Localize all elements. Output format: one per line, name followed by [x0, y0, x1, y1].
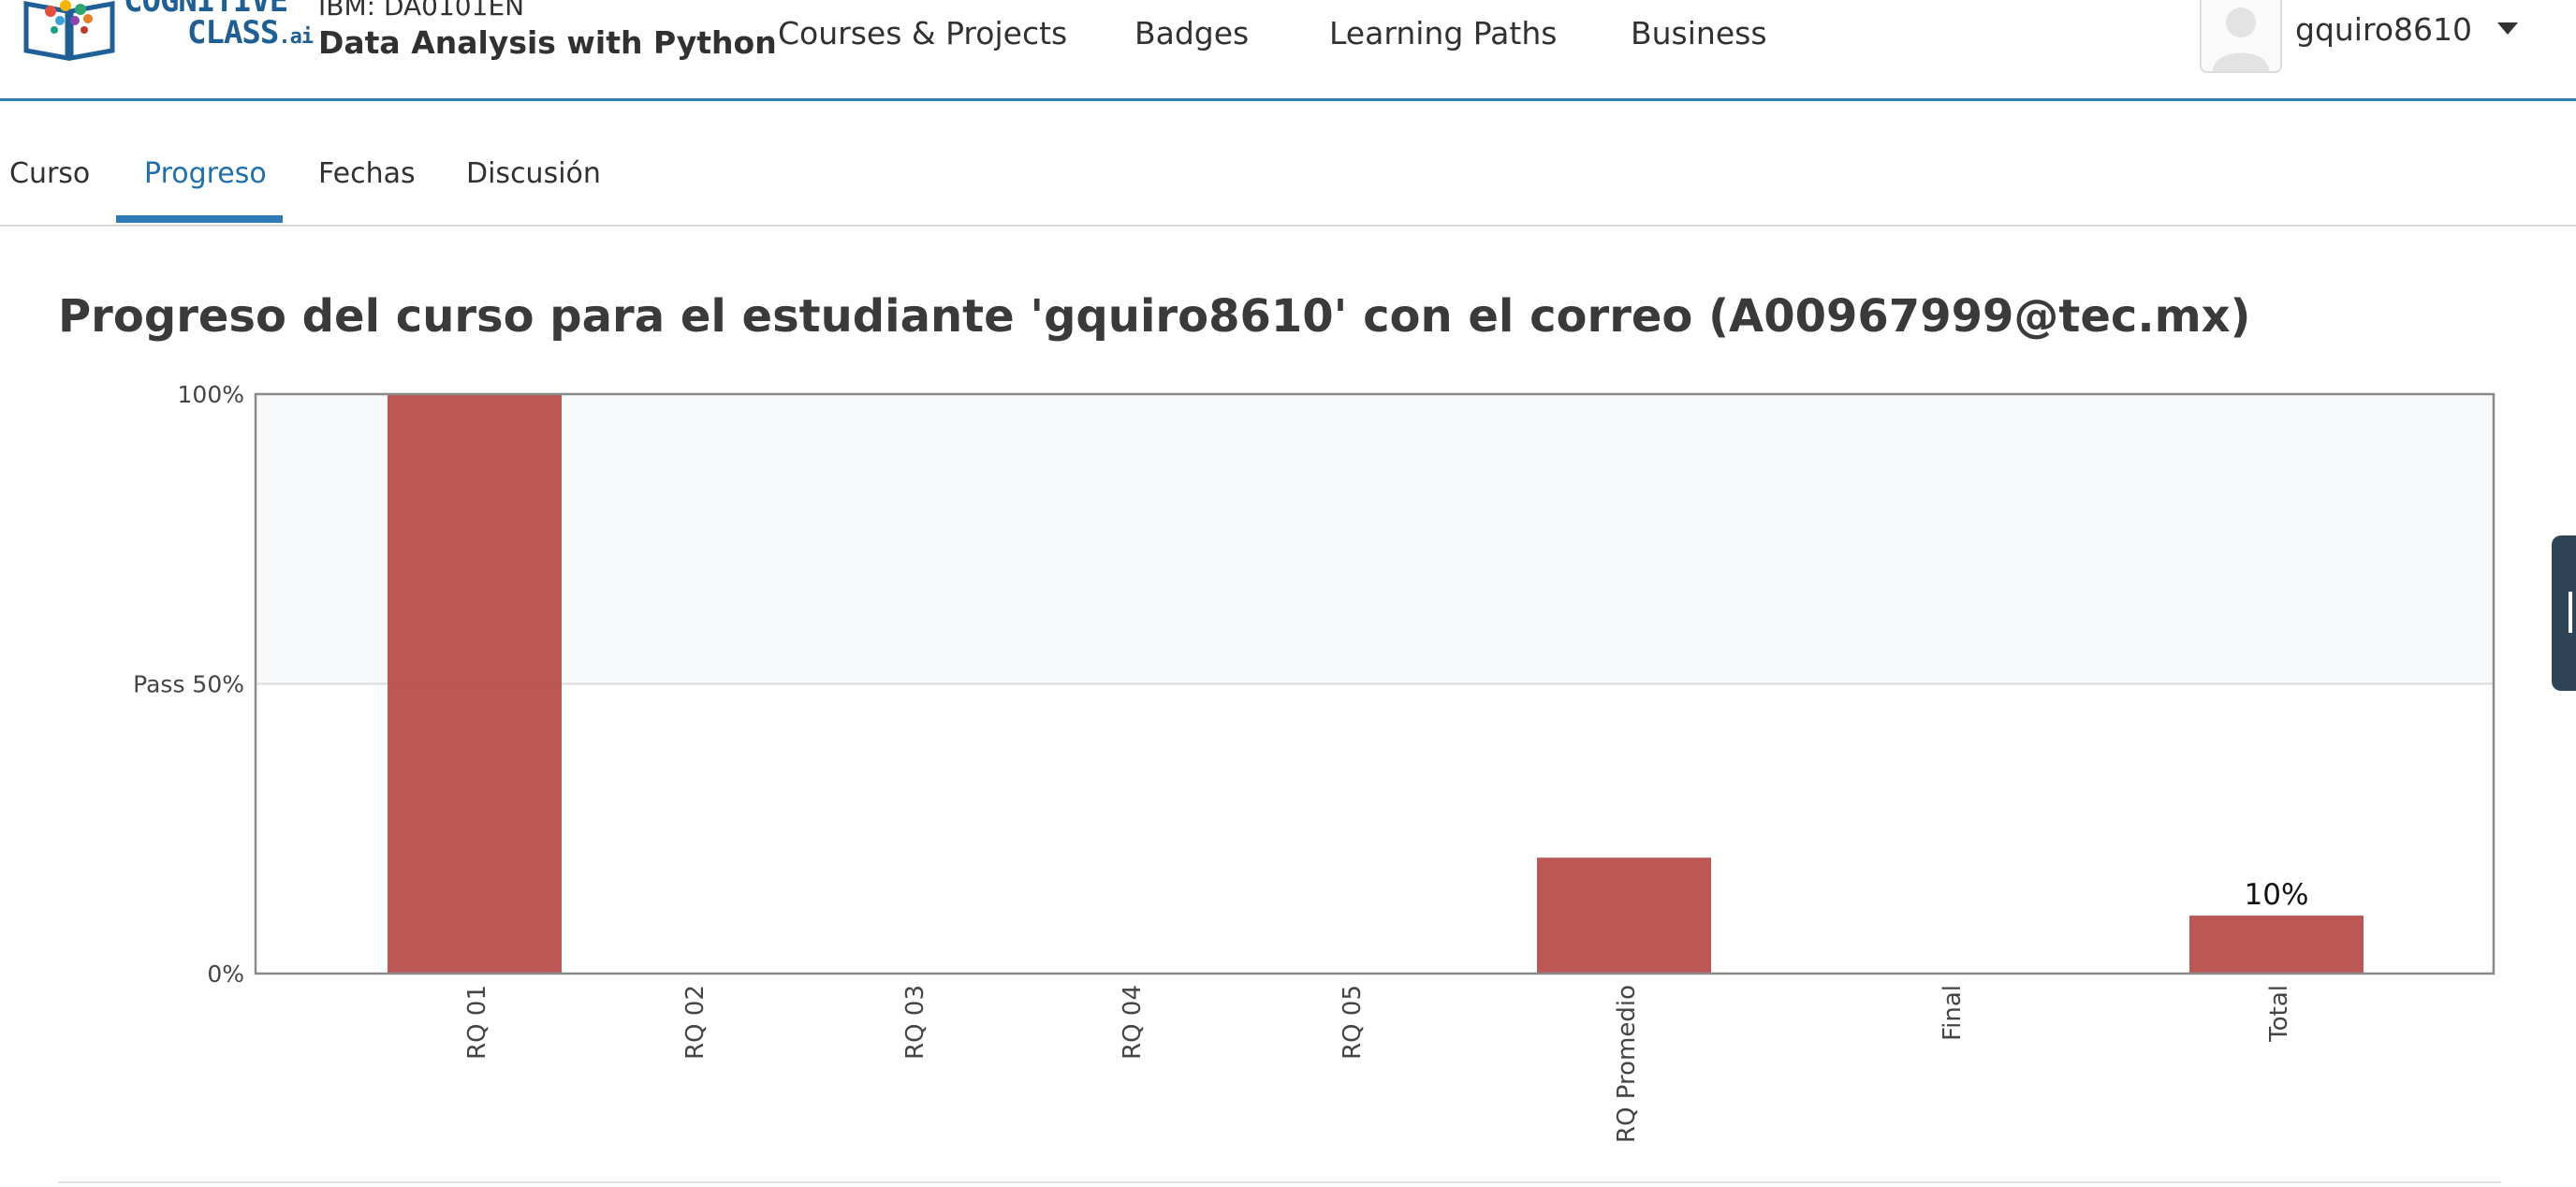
- x-tick-label: Total: [2265, 985, 2293, 1043]
- chart-bar: [2189, 916, 2364, 974]
- chart-bar: [1537, 857, 1711, 974]
- feedback-side-tab[interactable]: [2552, 535, 2576, 691]
- progress-bar-chart: RQ 01 RQ 02 RQ 03 RQ 04 RQ 05 RQ Promedio Fina…: [133, 381, 2496, 1143]
- pass-region: [256, 394, 2494, 684]
- chart-bar: [388, 394, 562, 974]
- feedback-icon: [2569, 592, 2576, 633]
- x-tick-label: RQ 02: [681, 985, 710, 1060]
- x-tick-label: RQ 01: [463, 985, 491, 1060]
- y-tick-label: 0%: [207, 960, 244, 988]
- x-tick-label: RQ 03: [901, 985, 929, 1060]
- x-tick-label: Final: [1939, 985, 1967, 1041]
- x-tick-label: RQ 05: [1339, 985, 1367, 1060]
- divider: [58, 1181, 2501, 1183]
- y-tick-label: 100%: [178, 381, 244, 408]
- data-label: 10%: [2245, 878, 2309, 912]
- y-tick-label: Pass 50%: [133, 671, 244, 698]
- x-tick-label: RQ Promedio: [1613, 985, 1641, 1143]
- x-tick-label: RQ 04: [1119, 985, 1147, 1060]
